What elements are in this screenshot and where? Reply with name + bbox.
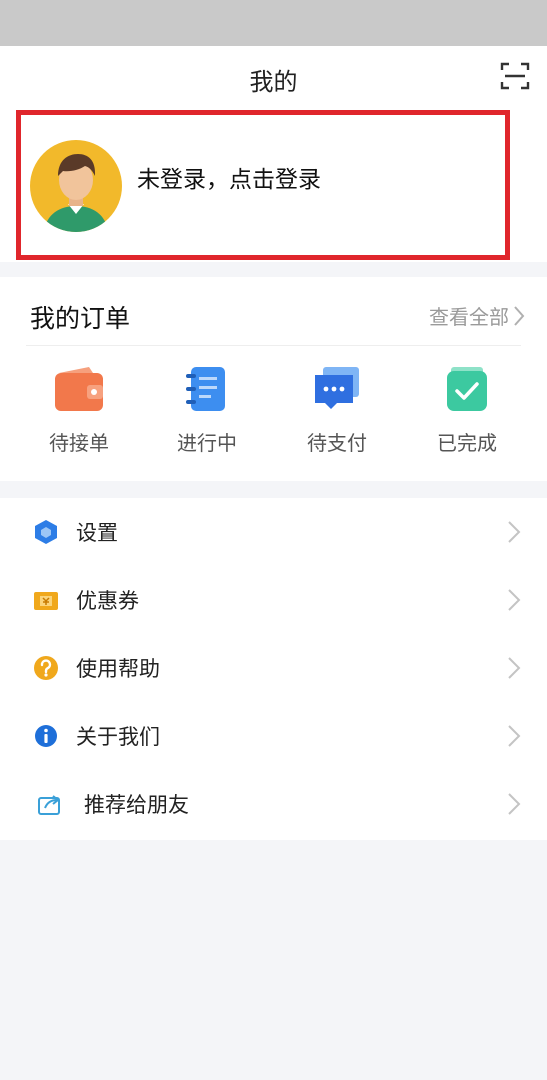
coupon-icon bbox=[34, 592, 58, 610]
settings-hexagon-icon bbox=[35, 520, 57, 544]
menu-item-share[interactable]: 推荐给朋友 bbox=[0, 770, 547, 838]
chevron-right-icon bbox=[508, 657, 521, 679]
menu-item-settings[interactable]: 设置 bbox=[0, 498, 547, 566]
order-pending-accept[interactable]: 待接单 bbox=[24, 365, 134, 456]
notebook-icon bbox=[186, 367, 225, 411]
chat-icon bbox=[315, 367, 359, 409]
chevron-right-icon bbox=[514, 305, 525, 326]
share-icon bbox=[38, 795, 60, 815]
order-completed[interactable]: 已完成 bbox=[412, 365, 522, 456]
order-label: 已完成 bbox=[437, 431, 497, 455]
menu-item-about[interactable]: 关于我们 bbox=[0, 702, 547, 770]
scan-icon[interactable] bbox=[499, 60, 531, 92]
order-label: 待接单 bbox=[49, 431, 109, 455]
orders-section: 我的订单 查看全部 待接单 进行中 待支付 已完成 bbox=[0, 277, 547, 481]
avatar-icon bbox=[30, 140, 122, 232]
menu-label: 优惠券 bbox=[76, 589, 139, 613]
chevron-right-icon bbox=[508, 589, 521, 611]
page-title: 我的 bbox=[249, 68, 298, 96]
menu-item-coupons[interactable]: 优惠券 bbox=[0, 566, 547, 634]
navigation-bar: 我的 bbox=[0, 46, 547, 106]
view-all-label: 查看全部 bbox=[429, 305, 509, 329]
view-all-orders-link[interactable]: 查看全部 bbox=[429, 301, 525, 330]
help-icon bbox=[34, 656, 58, 680]
order-awaiting-payment[interactable]: 待支付 bbox=[282, 365, 392, 456]
chevron-right-icon bbox=[508, 725, 521, 747]
chevron-right-icon bbox=[508, 793, 521, 815]
wallet-icon bbox=[55, 367, 103, 411]
avatar[interactable] bbox=[30, 140, 122, 232]
order-label: 进行中 bbox=[177, 431, 237, 455]
login-prompt[interactable]: 未登录，点击登录 bbox=[137, 160, 321, 194]
menu-label: 使用帮助 bbox=[76, 657, 160, 681]
menu-list: 设置 优惠券 使用帮助 关于我们 推荐给朋友 bbox=[0, 498, 547, 840]
chevron-right-icon bbox=[508, 521, 521, 543]
menu-label: 关于我们 bbox=[76, 725, 160, 749]
order-label: 待支付 bbox=[307, 431, 367, 455]
menu-item-help[interactable]: 使用帮助 bbox=[0, 634, 547, 702]
check-icon bbox=[447, 367, 487, 411]
menu-label: 推荐给朋友 bbox=[84, 793, 189, 817]
divider bbox=[26, 345, 521, 346]
menu-label: 设置 bbox=[76, 521, 118, 545]
info-icon bbox=[35, 725, 57, 747]
order-in-progress[interactable]: 进行中 bbox=[152, 365, 262, 456]
orders-title: 我的订单 bbox=[30, 304, 131, 333]
status-bar bbox=[0, 0, 547, 46]
